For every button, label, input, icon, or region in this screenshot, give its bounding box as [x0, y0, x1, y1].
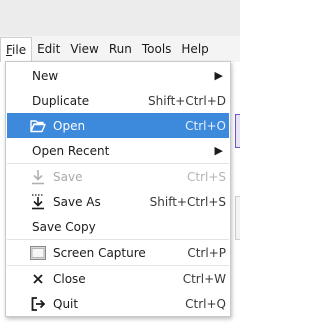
menu-item-save-copy-label: Save Copy [32, 219, 96, 234]
menu-help[interactable]: Help [176, 36, 213, 62]
submenu-arrow-icon: ▶ [214, 144, 223, 157]
menu-item-open-recent[interactable]: Open Recent ▶ [7, 138, 229, 163]
menu-item-close[interactable]: Close Ctrl+W [7, 266, 229, 291]
menu-item-duplicate-shortcut: Shift+Ctrl+D [148, 93, 226, 108]
save-icon [29, 168, 47, 186]
window-top-area [0, 0, 240, 36]
menu-item-close-shortcut: Ctrl+W [182, 271, 226, 286]
screen-capture-icon [29, 244, 47, 262]
menu-item-open-shortcut: Ctrl+O [185, 118, 226, 133]
menu-item-close-label: Close [53, 271, 86, 286]
menu-item-open-label: Open [53, 118, 86, 133]
menu-item-screen-capture-shortcut: Ctrl+P [187, 245, 226, 260]
menu-item-open-recent-label: Open Recent [32, 143, 110, 158]
menu-item-quit[interactable]: Quit Ctrl+Q [7, 291, 229, 316]
close-icon [29, 270, 47, 288]
menu-item-save-label: Save [53, 169, 83, 184]
menu-item-save-as-shortcut: Shift+Ctrl+S [149, 194, 226, 209]
menu-item-save-as[interactable]: Save As Shift+Ctrl+S [7, 189, 229, 214]
menu-item-duplicate-label: Duplicate [32, 93, 90, 108]
menubar: File Edit View Run Tools Help [0, 36, 240, 62]
menu-item-save-as-label: Save As [53, 194, 101, 209]
menu-file-label-rest: ile [12, 43, 27, 57]
menu-item-save-copy[interactable]: Save Copy [7, 214, 229, 239]
file-menu-dropdown: New ▶ Duplicate Shift+Ctrl+D Open Ctrl+O… [5, 61, 231, 317]
menu-item-quit-label: Quit [53, 296, 79, 311]
menu-view[interactable]: View [65, 36, 103, 62]
background-selection [235, 114, 240, 148]
menu-edit[interactable]: Edit [32, 36, 65, 62]
menu-item-screen-capture[interactable]: Screen Capture Ctrl+P [7, 240, 229, 265]
menu-item-new-label: New [32, 68, 59, 83]
menu-item-duplicate[interactable]: Duplicate Shift+Ctrl+D [7, 88, 229, 113]
background-panel [235, 196, 240, 240]
menu-file[interactable]: File [0, 37, 33, 62]
menu-item-screen-capture-label: Screen Capture [53, 245, 146, 260]
folder-open-icon [29, 117, 47, 135]
menu-item-save[interactable]: Save Ctrl+S [7, 164, 229, 189]
background-content [230, 62, 240, 328]
menu-item-quit-shortcut: Ctrl+Q [185, 296, 226, 311]
menu-run[interactable]: Run [104, 36, 137, 62]
submenu-arrow-icon: ▶ [214, 69, 223, 82]
menu-tools[interactable]: Tools [137, 36, 177, 62]
menu-item-open[interactable]: Open Ctrl+O [7, 113, 229, 138]
quit-icon [29, 295, 47, 313]
menu-item-new[interactable]: New ▶ [7, 63, 229, 88]
menu-item-save-shortcut: Ctrl+S [186, 169, 226, 184]
save-as-icon [29, 193, 47, 211]
